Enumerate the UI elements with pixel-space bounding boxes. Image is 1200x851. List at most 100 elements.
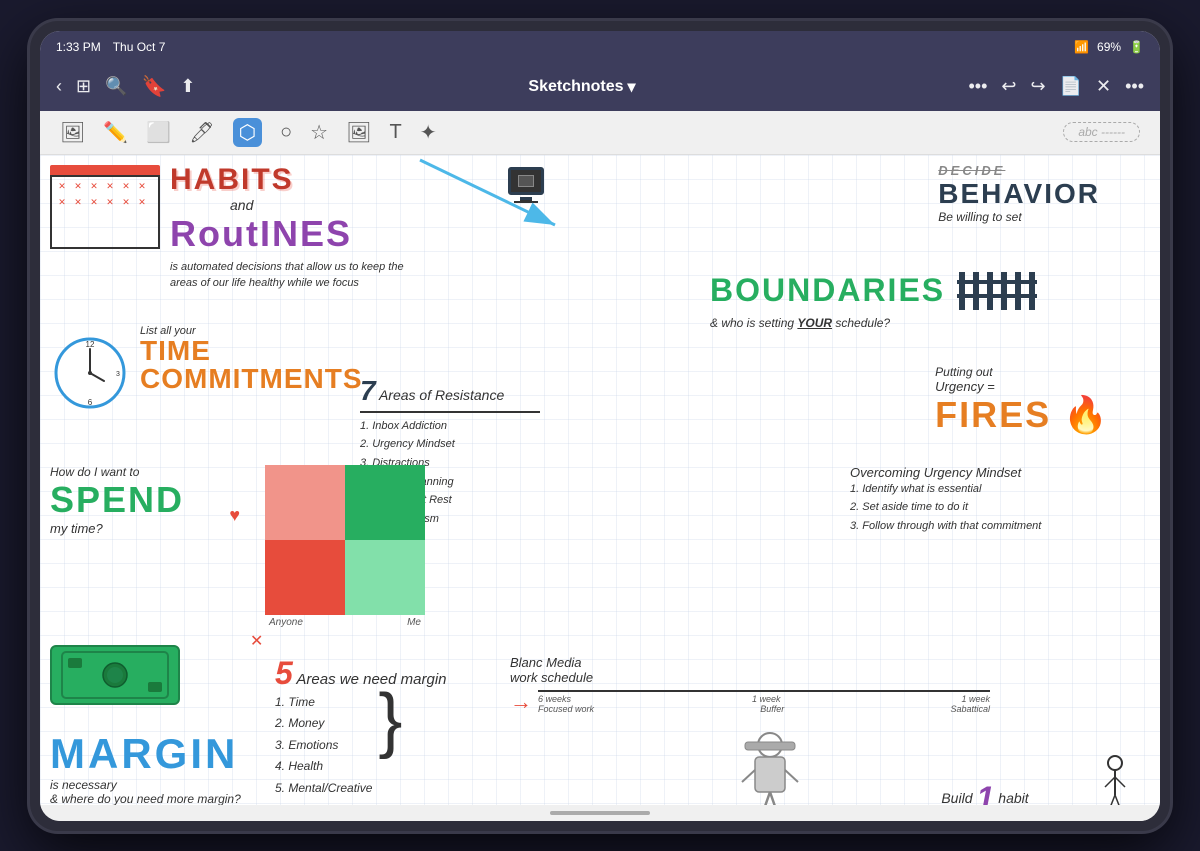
content-area: ✕ ✕ ✕ ✕ ✕ ✕ ✕ ✕ ✕ ✕ ✕ ✕: [40, 155, 1160, 805]
routines-title: RoutINES: [170, 213, 430, 255]
overcoming-item-2: Set aside time to do it: [850, 498, 1110, 517]
blanc-title: Blanc Media: [510, 655, 990, 670]
how-question: How do I want to: [50, 465, 250, 479]
ipad-frame: 1:33 PM Thu Oct 7 📶 69% 🔋 ‹ ⊞ 🔍 🔖 ⬆ Sket…: [30, 21, 1170, 831]
buffer-label: Buffer: [760, 704, 784, 714]
spend-title: SPEND: [50, 479, 250, 521]
home-indicator: [550, 811, 650, 815]
battery-display: 69%: [1097, 40, 1121, 54]
time-title: TIME COMMITMENTS: [140, 337, 340, 393]
close-button[interactable]: ✕: [1096, 76, 1111, 97]
area-item-2: Urgency Mindset: [360, 435, 590, 454]
fence-drawing: [957, 270, 1037, 312]
cal-body: ✕ ✕ ✕ ✕ ✕ ✕ ✕ ✕ ✕ ✕ ✕ ✕: [50, 175, 160, 249]
five-item-3: Emotions: [275, 735, 372, 757]
title-arrow: ▾: [628, 77, 636, 97]
habits-section: HABITS and RoutINES is automated decisio…: [170, 163, 430, 292]
person-drawing: [740, 730, 800, 805]
back-button[interactable]: ‹: [56, 76, 62, 97]
lasso-tool[interactable]: ○: [280, 121, 292, 144]
monitor-icon: [508, 167, 544, 195]
battery-icon: 🔋: [1129, 40, 1144, 54]
wand-tool[interactable]: ✦: [420, 120, 437, 145]
timeline-week-labels: 6 weeks 1 week 1 week: [538, 694, 990, 704]
time-section: List all your TIME COMMITMENTS: [50, 325, 340, 393]
putting-out: Putting out: [935, 365, 1110, 379]
five-num: 5: [275, 655, 293, 691]
routines-subtitle: is automated decisions that allow us to …: [170, 259, 430, 292]
calendar-grid: ✕ ✕ ✕ ✕ ✕ ✕ ✕ ✕ ✕ ✕ ✕ ✕: [50, 165, 160, 249]
new-doc-button[interactable]: 📄: [1060, 76, 1082, 97]
shape-tool[interactable]: ⬡: [233, 118, 262, 147]
habit-word: habit: [998, 790, 1028, 805]
spend-section: How do I want to SPEND my time? ♥: [50, 465, 250, 536]
five-item-1: Time: [275, 692, 372, 714]
five-item-5: Mental/Creative: [275, 778, 372, 800]
five-title: 5 Areas we need margin: [275, 655, 475, 692]
schedule-question: & who is setting YOUR schedule?: [710, 316, 1050, 330]
color-label-me: Me: [407, 617, 421, 628]
photo-tool[interactable]: 🖼: [346, 120, 371, 145]
heart-icon: ♥: [229, 505, 240, 526]
1-week-label-2: 1 week: [961, 694, 990, 704]
doc-title: Sketchnotes: [528, 78, 623, 96]
overflow-button[interactable]: •••: [1125, 76, 1144, 97]
eraser-tool[interactable]: ⬜: [146, 120, 171, 145]
fires-section: Putting out Urgency = FIRES 🔥: [935, 365, 1110, 436]
five-item-2: Money: [275, 713, 372, 735]
redo-button[interactable]: ↪: [1030, 76, 1045, 97]
stick-figure: [1100, 755, 1130, 805]
five-list: Time Money Emotions Health Mental/Creati…: [275, 692, 372, 800]
nav-center: Sketchnotes ▾: [208, 77, 957, 97]
money-drawing: [50, 645, 180, 705]
time-display: 1:33 PM: [56, 40, 101, 54]
nav-left[interactable]: ‹ ⊞ 🔍 🔖 ⬆: [56, 74, 196, 99]
build-text: Build 1 habit: [860, 780, 1110, 805]
pen-tool[interactable]: ✏️: [103, 120, 128, 145]
areas-title: 7 Areas of Resistance: [360, 375, 590, 407]
status-bar: 1:33 PM Thu Oct 7 📶 69% 🔋: [40, 31, 1160, 63]
five-item-4: Health: [275, 756, 372, 778]
color-cell-pink: [265, 465, 345, 540]
cal-row: ✕ ✕ ✕ ✕ ✕ ✕: [55, 196, 155, 210]
build-habit-section: Build 1 habit at a time: [860, 780, 1110, 805]
timeline-right-arrow: →: [510, 689, 532, 715]
bookmark-button[interactable]: 🔖: [142, 74, 167, 99]
nav-bar: ‹ ⊞ 🔍 🔖 ⬆ Sketchnotes ▾ ••• ↩ ↪ 📄 ✕ •••: [40, 63, 1160, 111]
work-schedule: work schedule: [510, 670, 990, 685]
behavior-section: DECIDE BEHAVIOR Be willing to set: [938, 163, 1100, 224]
seven-num: 7: [360, 375, 376, 406]
search-button[interactable]: 🔍: [105, 76, 127, 97]
build-num: 1: [976, 780, 994, 805]
grid-button[interactable]: ⊞: [76, 76, 91, 97]
bottom-bar: [40, 805, 1160, 821]
star-tool[interactable]: ☆: [310, 120, 328, 145]
your-text: YOUR: [797, 316, 832, 330]
status-left: 1:33 PM Thu Oct 7: [56, 40, 165, 54]
more-dots: •••: [968, 76, 987, 97]
image-tool[interactable]: 🖼: [60, 120, 85, 145]
brace-symbol: }: [378, 692, 402, 750]
timeline-desc-labels: Focused work Buffer Sabattical: [538, 704, 990, 714]
svg-text:6: 6: [88, 398, 93, 407]
text-tool[interactable]: T: [389, 121, 401, 144]
schedule-section: Blanc Media work schedule → 6 weeks 1 we…: [510, 655, 990, 715]
color-labels: Anyone Me: [265, 615, 425, 630]
my-time: my time?: [50, 521, 250, 536]
nav-right[interactable]: ••• ↩ ↪ 📄 ✕ •••: [968, 76, 1144, 97]
6-weeks-label: 6 weeks: [538, 694, 571, 704]
share-button[interactable]: ⬆: [180, 76, 195, 97]
wifi-icon: 📶: [1074, 40, 1089, 54]
text-placeholder-box[interactable]: abc ------: [1063, 122, 1140, 142]
area-item-1: Inbox Addiction: [360, 417, 590, 436]
color-label-anyone: Anyone: [269, 617, 303, 628]
1-week-label-1: 1 week: [752, 694, 781, 704]
marker-tool[interactable]: 🖊: [189, 120, 214, 145]
color-cell-light-green: [345, 540, 425, 615]
overcoming-list: Identify what is essential Set aside tim…: [850, 480, 1110, 536]
cal-row: [55, 212, 155, 226]
color-row-bottom: [265, 540, 425, 615]
overcoming-item-3: Follow through with that commitment: [850, 517, 1110, 536]
color-row-top: [265, 465, 425, 540]
undo-button[interactable]: ↩: [1001, 76, 1016, 97]
